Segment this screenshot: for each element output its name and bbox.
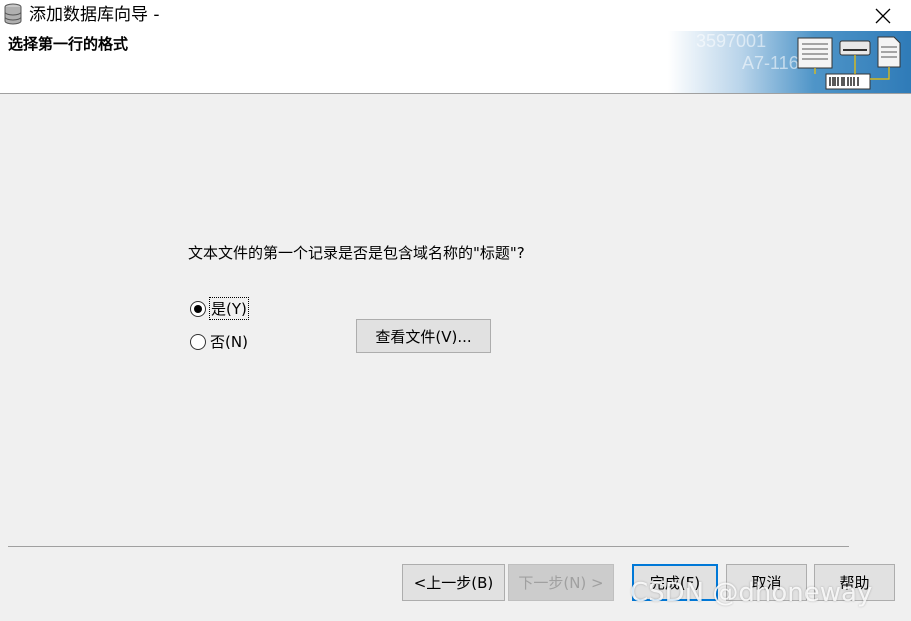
radio-yes[interactable]: 是(Y) [190, 297, 249, 320]
radio-no[interactable]: 否(N) [190, 331, 248, 352]
watermark: CSDN @dhoneway [630, 578, 873, 608]
close-icon [875, 8, 891, 23]
close-button[interactable] [866, 0, 900, 31]
database-icon [4, 3, 22, 25]
radio-yes-label[interactable]: 是(Y) [209, 297, 249, 320]
back-button[interactable]: <上一步(B) [402, 564, 505, 601]
barcode-icon [825, 73, 871, 90]
radio-button-no[interactable] [190, 333, 206, 350]
title-bar: 添加数据库向导 - [0, 0, 911, 31]
view-file-button[interactable]: 查看文件(V)... [356, 319, 491, 353]
banner-code: A7-116 [742, 53, 799, 73]
step-title: 选择第一行的格式 [8, 35, 129, 53]
radio-no-label[interactable]: 否(N) [210, 331, 248, 352]
question-text: 文本文件的第一个记录是否是包含域名称的"标题"? [188, 244, 525, 262]
document-icon [797, 37, 833, 69]
wizard-header: 选择第一行的格式 3597001 A7-116 [0, 31, 911, 94]
drive-icon [839, 40, 871, 56]
next-button[interactable]: 下一步(N) > [508, 564, 614, 601]
page-icon [877, 36, 901, 68]
window-title: 添加数据库向导 - [29, 5, 160, 25]
radio-selected-dot [194, 304, 202, 313]
radio-button-yes[interactable] [190, 300, 206, 317]
footer-separator [8, 546, 849, 547]
banner-number: 3597001 [696, 31, 766, 51]
header-banner: 3597001 A7-116 [668, 31, 911, 93]
